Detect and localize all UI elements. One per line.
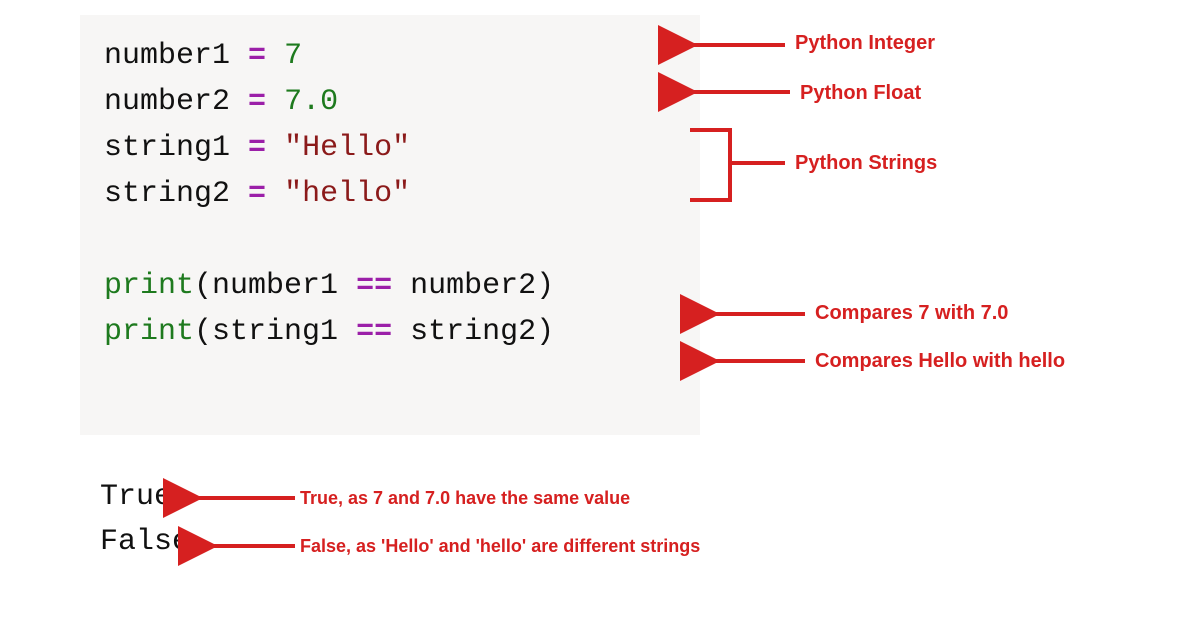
diagram-stage: number1 = 7 number2 = 7.0 string1 = "Hel…: [0, 0, 1200, 630]
code-line-6: print(number1 == number2): [104, 269, 554, 303]
arg-string2: string2: [410, 315, 536, 349]
var-number2: number2: [104, 85, 230, 119]
code-block: number1 = 7 number2 = 7.0 string1 = "Hel…: [80, 15, 700, 435]
eq-op: ==: [356, 315, 392, 349]
str-literal-hello-cap: "Hello": [284, 131, 410, 165]
code-line-4: string2 = "hello": [104, 177, 410, 211]
code-line-2: number2 = 7.0: [104, 85, 338, 119]
code-line-1: number1 = 7: [104, 39, 302, 73]
int-literal-7: 7: [284, 39, 302, 73]
annot-compare-strings: Compares Hello with hello: [815, 350, 1065, 373]
arg-number2: number2: [410, 269, 536, 303]
assign-op: =: [248, 131, 266, 165]
print-call: print: [104, 315, 194, 349]
paren-close: ): [536, 315, 554, 349]
var-string2: string2: [104, 177, 230, 211]
arg-number1: number1: [212, 269, 338, 303]
assign-op: =: [248, 177, 266, 211]
eq-op: ==: [356, 269, 392, 303]
float-literal-7-0: 7.0: [284, 85, 338, 119]
paren-open: (: [194, 315, 212, 349]
arg-string1: string1: [212, 315, 338, 349]
assign-op: =: [248, 39, 266, 73]
annot-python-float: Python Float: [800, 82, 921, 105]
str-literal-hello-lower: "hello": [284, 177, 410, 211]
code-line-7: print(string1 == string2): [104, 315, 554, 349]
output-true: True: [100, 480, 172, 514]
output-false: False: [100, 525, 190, 559]
paren-close: ): [536, 269, 554, 303]
print-call: print: [104, 269, 194, 303]
annot-python-strings: Python Strings: [795, 152, 937, 175]
annot-explain-false: False, as 'Hello' and 'hello' are differ…: [300, 536, 700, 557]
assign-op: =: [248, 85, 266, 119]
var-string1: string1: [104, 131, 230, 165]
annot-python-integer: Python Integer: [795, 32, 935, 55]
paren-open: (: [194, 269, 212, 303]
code-line-3: string1 = "Hello": [104, 131, 410, 165]
annot-compare-numbers: Compares 7 with 7.0: [815, 302, 1008, 325]
var-number1: number1: [104, 39, 230, 73]
annot-explain-true: True, as 7 and 7.0 have the same value: [300, 488, 630, 509]
